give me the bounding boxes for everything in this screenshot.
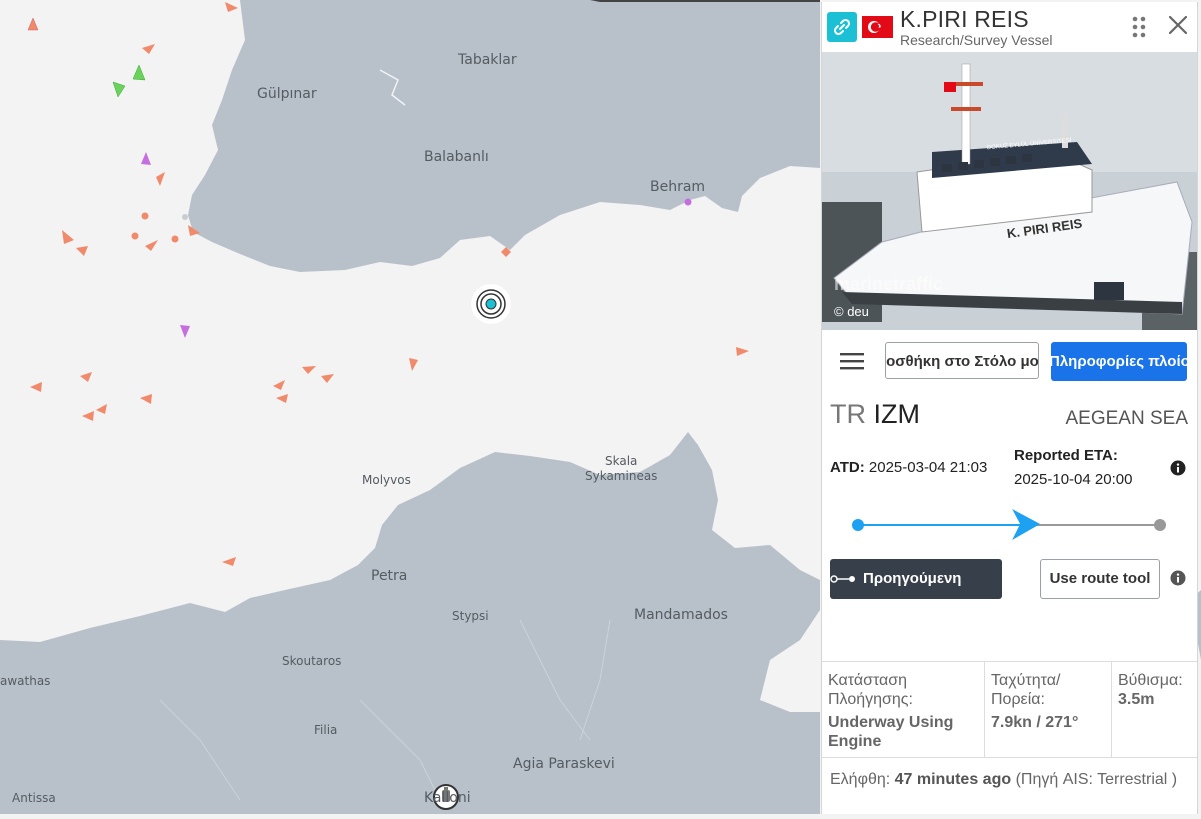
place-label: awathas	[0, 674, 51, 688]
received-value: 47 minutes ago	[894, 771, 1012, 788]
vessel-marker	[131, 232, 139, 240]
track-icon	[830, 575, 855, 583]
departure-country: TR	[830, 399, 866, 429]
place-label: Petra	[371, 568, 408, 584]
menu-icon[interactable]	[840, 352, 864, 375]
photo-watermark: marinetraffic	[834, 274, 944, 294]
nav-status-label: Κατάσταση Πλοήγησης:	[828, 672, 913, 708]
place-label: Stypsi	[452, 609, 489, 623]
place-label: Behram	[650, 179, 706, 195]
speed-label: Ταχύτητα/ Πορεία:	[991, 672, 1061, 708]
info-icon[interactable]	[1170, 570, 1186, 591]
speed-value: 7.9kn / 271°	[991, 714, 1079, 731]
nav-status: Κατάσταση Πλοήγησης: Underway Using Engi…	[828, 662, 983, 757]
eta-value: 2025-10-04 20:00	[1014, 471, 1133, 488]
place-label: Sykamineas	[585, 469, 658, 483]
close-icon[interactable]	[1167, 14, 1189, 41]
atd-label: ATD:	[830, 459, 865, 476]
place-label: Molyvos	[362, 473, 411, 487]
nav-status-value: Underway Using Engine	[828, 714, 954, 750]
place-label: Filia	[314, 723, 338, 737]
place-label: Tabaklar	[458, 52, 517, 68]
received-label: Ελήφθη:	[830, 771, 891, 788]
vessel-stats: Κατάσταση Πλοήγησης: Underway Using Engi…	[822, 661, 1197, 758]
selected-vessel-marker	[471, 284, 511, 324]
past-track-button[interactable]: Προηγούμενη πορεία	[830, 559, 1002, 627]
speed-course: Ταχύτητα/ Πορεία: 7.9kn / 271°	[984, 662, 1117, 757]
received-source: (Πηγή AIS: Terrestrial )	[1015, 771, 1178, 788]
received-info: Ελήφθη: 47 minutes ago (Πηγή AIS: Terres…	[830, 768, 1190, 792]
flag-turkey-icon	[862, 16, 893, 38]
vessel-info-button[interactable]: Πληροφορίες πλοίου	[1051, 342, 1187, 381]
add-to-fleet-button[interactable]: Προσθήκη στο Στόλο μου	[885, 342, 1039, 379]
place-label: Kalloni	[424, 790, 471, 806]
place-label: Antissa	[12, 791, 56, 805]
panel-header: K.PIRI REIS Research/Survey Vessel	[822, 2, 1197, 52]
destination: AEGEAN SEA	[1065, 408, 1189, 429]
vessel-marker	[182, 214, 188, 220]
photo-credit: © deu	[834, 304, 869, 319]
place-label: Gülpınar	[257, 86, 317, 102]
vessel-marker	[171, 235, 179, 243]
departure-port-code: IZM	[873, 399, 921, 429]
departure-port: TR IZM	[830, 399, 920, 430]
vessel-name: K.PIRI REIS	[900, 6, 1029, 32]
vessel-marker	[684, 198, 692, 206]
draught-value: 3.5m	[1118, 691, 1155, 708]
drag-handle-icon[interactable]	[1132, 16, 1146, 43]
place-label: Balabanlı	[424, 149, 489, 165]
place-label: Agia Paraskevi	[513, 756, 615, 772]
place-label: Skala	[605, 454, 638, 468]
vessel-marker	[141, 212, 149, 220]
share-link-button[interactable]	[827, 12, 857, 42]
vessel-info-panel: K.PIRI REIS Research/Survey Vessel K. PI…	[821, 2, 1198, 814]
info-icon[interactable]	[1170, 460, 1186, 481]
atd: ATD: 2025-03-04 21:03	[830, 459, 987, 476]
vessel-photo[interactable]: K. PIRI REIS DOKUZ EYLÜL ÜNİVERSİTESİ ma…	[822, 52, 1197, 330]
vessel-type: Research/Survey Vessel	[900, 32, 1053, 48]
past-track-label: Προηγούμενη πορεία	[863, 570, 962, 627]
atd-value: 2025-03-04 21:03	[868, 459, 988, 476]
route-tool-button[interactable]: Use route tool	[1040, 559, 1160, 599]
eta-label: Reported ETA:	[1014, 447, 1118, 464]
link-icon	[833, 18, 851, 36]
place-label: Skoutaros	[282, 654, 342, 668]
place-label: Mandamados	[634, 607, 728, 623]
voyage-progress-bar	[852, 509, 1166, 540]
draught-label: Βύθισμα:	[1118, 672, 1183, 689]
draught: Βύθισμα: 3.5m	[1111, 662, 1197, 757]
